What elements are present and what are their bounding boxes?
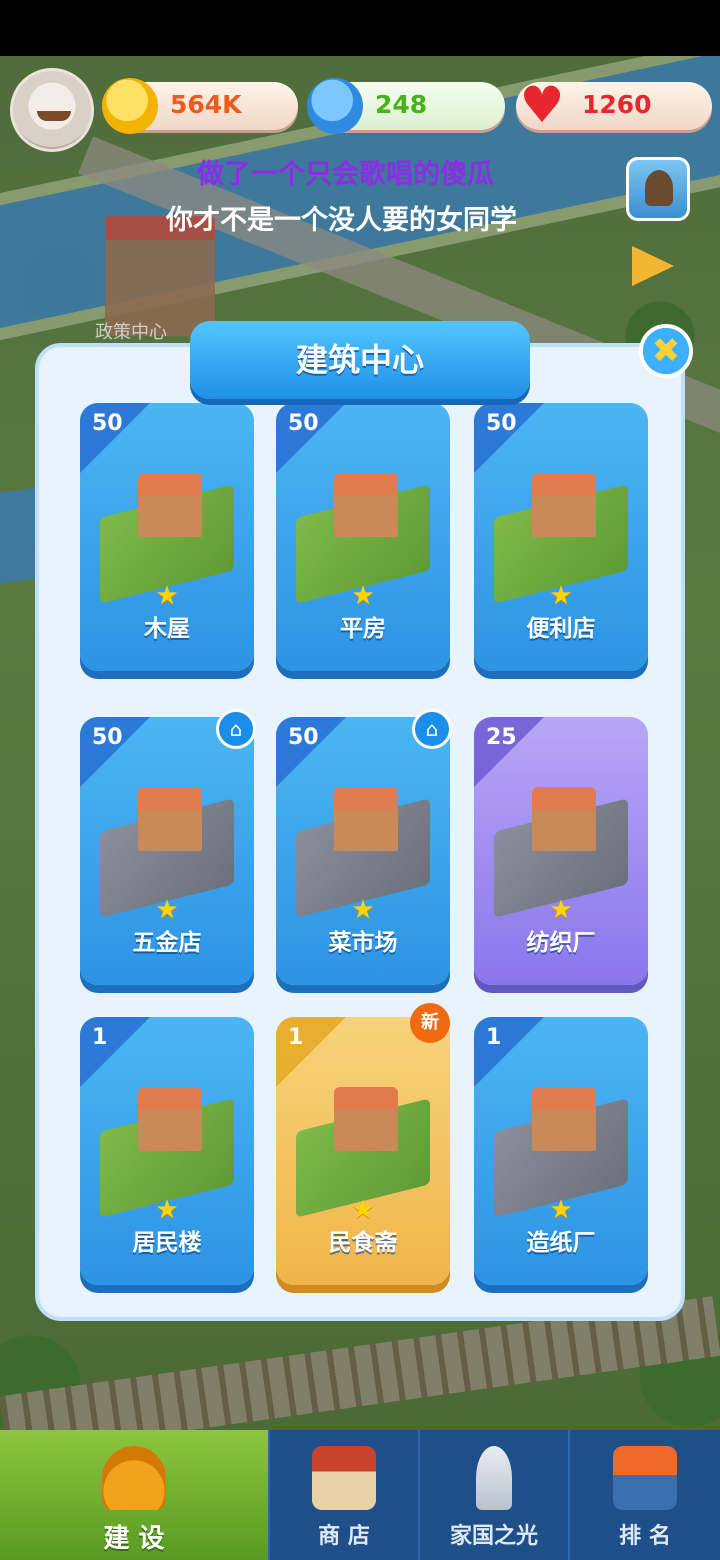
card-count: 25 [486, 725, 517, 750]
card-corner [276, 1017, 346, 1087]
star-icon: ★ [155, 581, 179, 611]
star-icon: ★ [549, 895, 573, 925]
character-button[interactable] [626, 157, 690, 221]
status-bar [0, 0, 720, 56]
building-image [138, 473, 202, 537]
nav-homeland[interactable]: 家国之光 [418, 1430, 568, 1560]
card-count: 1 [92, 1025, 108, 1050]
building-image [138, 787, 202, 851]
nav-build[interactable]: 建 设 [0, 1430, 268, 1560]
building-card[interactable]: 50 ★ 木屋 [80, 403, 254, 671]
building-image [334, 473, 398, 537]
nav-homeland-label: 家国之光 [449, 1524, 538, 1549]
star-icon: ★ [549, 581, 573, 611]
home-badge-icon: ⌂ [216, 709, 256, 749]
lyric-line-current: 做了一个只会歌唱的傻瓜 [197, 159, 494, 190]
card-count: 50 [92, 725, 123, 750]
card-count: 50 [92, 411, 123, 436]
close-button[interactable]: ✖ [639, 324, 693, 378]
building-name: 木屋 [144, 616, 190, 642]
card-count: 1 [486, 1025, 502, 1050]
map-building-label: 政策中心 [95, 322, 167, 343]
panel-title-banner: 建筑中心 [190, 321, 530, 399]
card-count: 50 [486, 411, 517, 436]
card-count: 50 [288, 411, 319, 436]
card-corner [474, 1017, 544, 1087]
building-name: 平房 [340, 616, 386, 642]
building-card[interactable]: 50 ★ 菜市场 [276, 717, 450, 985]
building-card[interactable]: 50 ★ 便利店 [474, 403, 648, 671]
building-name: 造纸厂 [526, 1230, 596, 1256]
nav-shop[interactable]: 商 店 [268, 1430, 418, 1560]
nav-ranking[interactable]: 排 名 [568, 1430, 720, 1560]
nav-shop-label: 商 店 [318, 1524, 370, 1549]
building-card[interactable]: 1 ★ 造纸厂 [474, 1017, 648, 1285]
star-icon: ★ [351, 895, 375, 925]
building-name: 便利店 [526, 616, 596, 642]
nav-build-label: 建 设 [103, 1524, 165, 1554]
new-badge: 新 [410, 1003, 450, 1043]
building-card[interactable]: 1 ★ 居民楼 [80, 1017, 254, 1285]
star-icon: ★ [351, 581, 375, 611]
bottom-nav: 建 设 商 店 家国之光 排 名 [0, 1430, 720, 1560]
rocket-icon [476, 1446, 512, 1510]
nav-ranking-label: 排 名 [619, 1524, 671, 1549]
building-name: 民食斋 [328, 1230, 398, 1256]
building-image [532, 1087, 596, 1151]
star-icon: ★ [351, 1195, 375, 1225]
card-count: 1 [288, 1025, 304, 1050]
building-image [532, 787, 596, 851]
heart-value: 1260 [582, 90, 652, 119]
star-counter[interactable]: 248 [307, 78, 505, 134]
coin-value: 564K [170, 90, 242, 119]
shop-icon [312, 1446, 376, 1510]
building-name: 菜市场 [328, 930, 398, 956]
coin-counter[interactable]: 564K [102, 78, 298, 134]
hardhat-icon [102, 1446, 166, 1510]
building-center-panel: 50 ★ 木屋 50 ★ 平房 50 ★ 便利店 50 ★ 五金店 50 ★ 菜市场 25 ★ 纺织厂 1 ★ 居民楼 1… [35, 343, 685, 1321]
coin-icon [102, 78, 158, 134]
building-name: 纺织厂 [526, 930, 596, 956]
building-image [334, 787, 398, 851]
heart-counter[interactable]: ♥ 1260 [516, 78, 712, 132]
megaphone-icon[interactable] [626, 236, 690, 296]
building-name: 居民楼 [132, 1230, 202, 1256]
building-image [138, 1087, 202, 1151]
heart-icon: ♥ [519, 76, 565, 134]
building-image [532, 473, 596, 537]
card-corner [80, 1017, 150, 1087]
building-card[interactable]: 1 ★ 民食斋 [276, 1017, 450, 1285]
panel-title: 建筑中心 [295, 341, 424, 379]
building-card[interactable]: 50 ★ 五金店 [80, 717, 254, 985]
lyric-line-next: 你才不是一个没人要的女同学 [166, 205, 517, 236]
star-currency-icon [307, 78, 363, 134]
star-icon: ★ [155, 895, 179, 925]
building-card[interactable]: 25 ★ 纺织厂 [474, 717, 648, 985]
star-icon: ★ [155, 1195, 179, 1225]
building-name: 五金店 [132, 930, 202, 956]
close-icon: ✖ [651, 331, 681, 371]
home-badge-icon: ⌂ [412, 709, 452, 749]
ranking-icon [613, 1446, 677, 1510]
card-count: 50 [288, 725, 319, 750]
building-card[interactable]: 50 ★ 平房 [276, 403, 450, 671]
building-image [334, 1087, 398, 1151]
star-value: 248 [375, 90, 428, 119]
player-avatar[interactable] [10, 68, 94, 152]
star-icon: ★ [549, 1195, 573, 1225]
